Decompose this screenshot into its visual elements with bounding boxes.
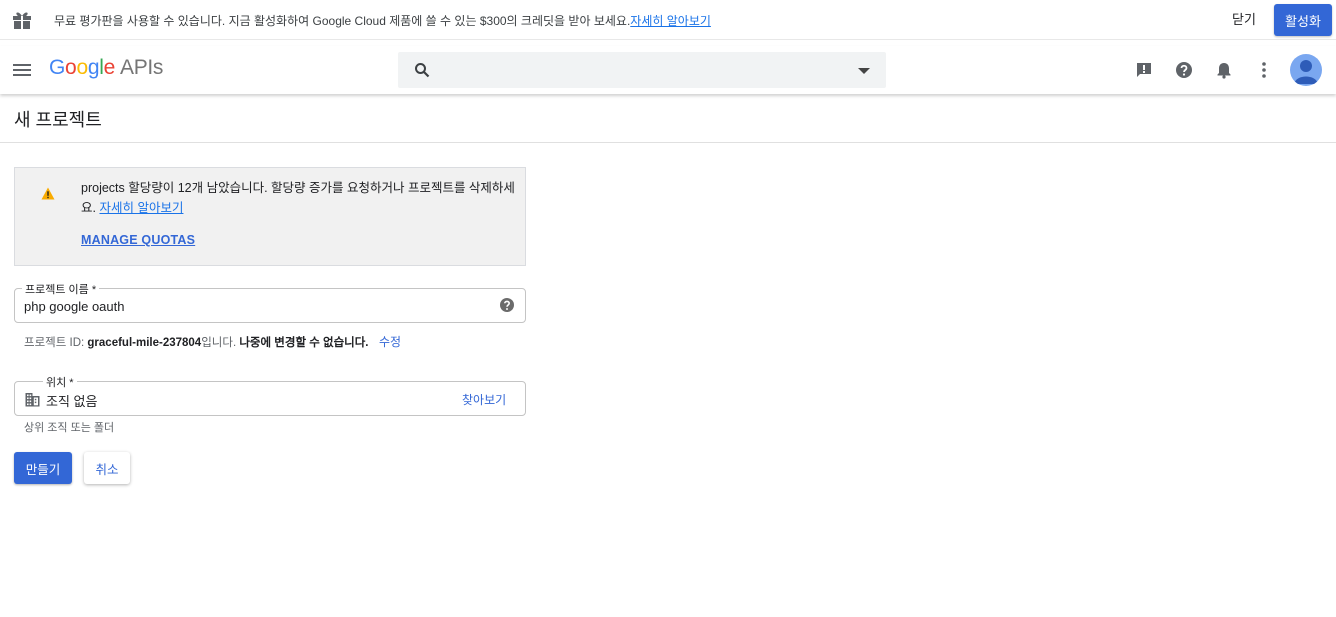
divider bbox=[0, 142, 1336, 143]
google-apis-logo[interactable]: Google APIs bbox=[49, 56, 163, 80]
project-id-value: graceful-mile-237804 bbox=[87, 337, 202, 349]
logo-letter: e bbox=[103, 56, 116, 79]
quota-learn-more-link[interactable]: 자세히 알아보기 bbox=[99, 201, 183, 215]
logo-suffix: APIs bbox=[119, 56, 164, 79]
banner-learn-more-link[interactable]: 자세히 알아보기 bbox=[630, 14, 711, 28]
create-button[interactable]: 만들기 bbox=[14, 452, 72, 484]
banner-text: 무료 평가판을 사용할 수 있습니다. 지금 활성화하여 Google Clou… bbox=[54, 14, 631, 28]
activate-button[interactable]: 활성화 bbox=[1274, 4, 1332, 36]
project-name-input[interactable] bbox=[24, 296, 484, 316]
project-name-field[interactable]: 프로젝트 이름 * bbox=[14, 281, 526, 323]
cancel-button[interactable]: 취소 bbox=[84, 452, 130, 484]
logo-letter: g bbox=[87, 56, 100, 79]
help-icon[interactable] bbox=[499, 297, 515, 313]
logo-letter: G bbox=[49, 56, 66, 79]
logo-letter: o bbox=[76, 56, 88, 79]
logo-letter: o bbox=[65, 56, 77, 79]
quota-warning-text: projects 할당량이 12개 남았습니다. 할당량 증가를 요청하거나 프… bbox=[81, 178, 517, 218]
page-title: 새 프로젝트 bbox=[14, 110, 102, 130]
free-trial-banner: 무료 평가판을 사용할 수 있습니다. 지금 활성화하여 Google Clou… bbox=[0, 0, 1336, 40]
quota-warning-box: projects 할당량이 12개 남았습니다. 할당량 증가를 요청하거나 프… bbox=[14, 167, 526, 266]
search-icon bbox=[415, 63, 430, 78]
account-avatar[interactable] bbox=[1290, 54, 1322, 86]
notifications-icon[interactable] bbox=[1214, 60, 1234, 80]
search-input[interactable] bbox=[442, 58, 842, 82]
browse-button[interactable]: 찾아보기 bbox=[462, 391, 506, 408]
project-id-note: 나중에 변경할 수 없습니다. bbox=[239, 337, 369, 349]
banner-message: 무료 평가판을 사용할 수 있습니다. 지금 활성화하여 Google Clou… bbox=[54, 12, 711, 29]
project-name-label: 프로젝트 이름 * bbox=[22, 281, 100, 297]
top-app-bar: Google APIs bbox=[0, 46, 1336, 94]
project-id-suffix: 입니다. bbox=[201, 337, 240, 349]
gift-icon bbox=[13, 12, 31, 29]
feedback-icon[interactable] bbox=[1134, 60, 1154, 80]
help-icon[interactable] bbox=[1174, 60, 1194, 80]
search-dropdown-icon[interactable] bbox=[858, 68, 870, 74]
location-field[interactable]: 위치 * 조직 없음 찾아보기 bbox=[14, 374, 526, 416]
search-bar[interactable] bbox=[398, 52, 886, 88]
project-id-line: 프로젝트 ID: graceful-mile-237804입니다. 나중에 변경… bbox=[24, 334, 369, 350]
location-hint: 상위 조직 또는 폴더 bbox=[24, 422, 115, 434]
more-vert-icon[interactable] bbox=[1254, 60, 1274, 80]
location-label: 위치 * bbox=[43, 374, 77, 390]
manage-quotas-link[interactable]: MANAGE QUOTAS bbox=[81, 233, 195, 247]
edit-project-id-link[interactable]: 수정 bbox=[379, 333, 401, 350]
warning-icon bbox=[41, 187, 55, 200]
location-value: 조직 없음 bbox=[46, 394, 98, 409]
menu-icon[interactable] bbox=[12, 60, 32, 80]
project-id-prefix: 프로젝트 ID: bbox=[24, 337, 88, 349]
dismiss-button[interactable]: 닫기 bbox=[1222, 8, 1266, 32]
building-icon bbox=[25, 393, 40, 407]
person-icon bbox=[1294, 60, 1318, 84]
